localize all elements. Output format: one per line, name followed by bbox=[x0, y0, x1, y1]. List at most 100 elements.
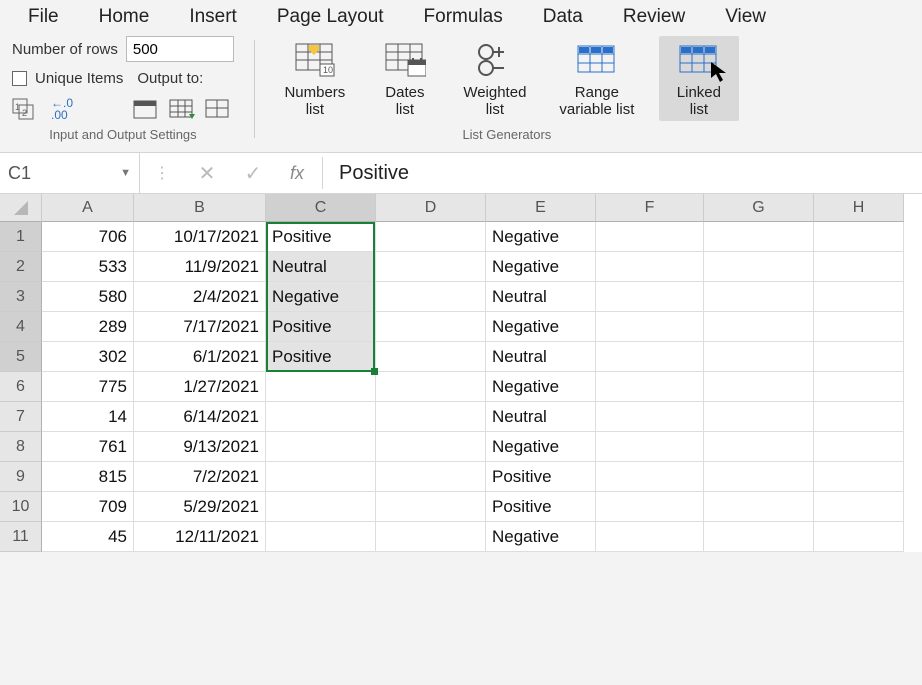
cell-E10[interactable]: Positive bbox=[486, 492, 596, 522]
row-header-8[interactable]: 8 bbox=[0, 432, 42, 462]
cell-D9[interactable] bbox=[376, 462, 486, 492]
row-header-4[interactable]: 4 bbox=[0, 312, 42, 342]
cell-F1[interactable] bbox=[596, 222, 704, 252]
cell-E1[interactable]: Negative bbox=[486, 222, 596, 252]
cell-C8[interactable] bbox=[266, 432, 376, 462]
cell-A3[interactable]: 580 bbox=[42, 282, 134, 312]
cell-E2[interactable]: Negative bbox=[486, 252, 596, 282]
cell-D11[interactable] bbox=[376, 522, 486, 552]
select-all-corner[interactable] bbox=[0, 194, 42, 222]
cell-A2[interactable]: 533 bbox=[42, 252, 134, 282]
cell-H3[interactable] bbox=[814, 282, 904, 312]
cell-G8[interactable] bbox=[704, 432, 814, 462]
numbers-list-button[interactable]: 10 Numberslist bbox=[275, 36, 355, 121]
cell-D6[interactable] bbox=[376, 372, 486, 402]
col-header-D[interactable]: D bbox=[376, 194, 486, 222]
cell-B2[interactable]: 11/9/2021 bbox=[134, 252, 266, 282]
row-header-1[interactable]: 1 bbox=[0, 222, 42, 252]
cell-B11[interactable]: 12/11/2021 bbox=[134, 522, 266, 552]
row-header-3[interactable]: 3 bbox=[0, 282, 42, 312]
cell-B7[interactable]: 6/14/2021 bbox=[134, 402, 266, 432]
cell-B4[interactable]: 7/17/2021 bbox=[134, 312, 266, 342]
cell-H5[interactable] bbox=[814, 342, 904, 372]
cell-C3[interactable]: Negative bbox=[266, 282, 376, 312]
cell-A6[interactable]: 775 bbox=[42, 372, 134, 402]
cancel-formula-button[interactable]: ✕ bbox=[184, 153, 230, 193]
formula-options-icon[interactable]: ⋮ bbox=[140, 153, 184, 193]
cell-G4[interactable] bbox=[704, 312, 814, 342]
cell-G6[interactable] bbox=[704, 372, 814, 402]
row-header-2[interactable]: 2 bbox=[0, 252, 42, 282]
row-header-11[interactable]: 11 bbox=[0, 522, 42, 552]
col-header-G[interactable]: G bbox=[704, 194, 814, 222]
cell-C9[interactable] bbox=[266, 462, 376, 492]
cell-C7[interactable] bbox=[266, 402, 376, 432]
cell-A10[interactable]: 709 bbox=[42, 492, 134, 522]
range-variable-list-button[interactable]: Rangevariable list bbox=[545, 36, 649, 121]
cell-A9[interactable]: 815 bbox=[42, 462, 134, 492]
unique-items-checkbox[interactable] bbox=[12, 71, 27, 86]
cell-D5[interactable] bbox=[376, 342, 486, 372]
cell-F3[interactable] bbox=[596, 282, 704, 312]
dates-list-button[interactable]: Dateslist bbox=[365, 36, 445, 121]
row-header-5[interactable]: 5 bbox=[0, 342, 42, 372]
cell-D4[interactable] bbox=[376, 312, 486, 342]
cell-G5[interactable] bbox=[704, 342, 814, 372]
fx-icon[interactable]: fx bbox=[276, 153, 318, 193]
cell-C11[interactable] bbox=[266, 522, 376, 552]
cell-E5[interactable]: Neutral bbox=[486, 342, 596, 372]
cell-H6[interactable] bbox=[814, 372, 904, 402]
cell-B3[interactable]: 2/4/2021 bbox=[134, 282, 266, 312]
cell-H10[interactable] bbox=[814, 492, 904, 522]
row-header-7[interactable]: 7 bbox=[0, 402, 42, 432]
tab-file[interactable]: File bbox=[28, 6, 59, 28]
cell-E6[interactable]: Negative bbox=[486, 372, 596, 402]
tab-data[interactable]: Data bbox=[543, 6, 583, 28]
name-box-dropdown-icon[interactable]: ▼ bbox=[120, 167, 131, 179]
tab-page-layout[interactable]: Page Layout bbox=[277, 6, 384, 28]
accept-formula-button[interactable]: ✓ bbox=[230, 153, 276, 193]
weighted-list-button[interactable]: Weightedlist bbox=[455, 36, 535, 121]
cell-G3[interactable] bbox=[704, 282, 814, 312]
cell-G11[interactable] bbox=[704, 522, 814, 552]
cell-H9[interactable] bbox=[814, 462, 904, 492]
cell-F9[interactable] bbox=[596, 462, 704, 492]
cell-C6[interactable] bbox=[266, 372, 376, 402]
cell-F6[interactable] bbox=[596, 372, 704, 402]
cell-G2[interactable] bbox=[704, 252, 814, 282]
col-header-C[interactable]: C bbox=[266, 194, 376, 222]
cell-A5[interactable]: 302 bbox=[42, 342, 134, 372]
cell-H1[interactable] bbox=[814, 222, 904, 252]
decimals-icon[interactable]: 12 bbox=[12, 97, 40, 121]
cell-A7[interactable]: 14 bbox=[42, 402, 134, 432]
cell-H4[interactable] bbox=[814, 312, 904, 342]
cell-F7[interactable] bbox=[596, 402, 704, 432]
increase-decimal-icon[interactable]: ←.0.00 bbox=[48, 97, 76, 121]
cell-D7[interactable] bbox=[376, 402, 486, 432]
cell-F8[interactable] bbox=[596, 432, 704, 462]
cell-D1[interactable] bbox=[376, 222, 486, 252]
cell-D10[interactable] bbox=[376, 492, 486, 522]
col-header-H[interactable]: H bbox=[814, 194, 904, 222]
tab-view[interactable]: View bbox=[725, 6, 766, 28]
cell-F10[interactable] bbox=[596, 492, 704, 522]
cell-B5[interactable]: 6/1/2021 bbox=[134, 342, 266, 372]
cell-C4[interactable]: Positive bbox=[266, 312, 376, 342]
tab-home[interactable]: Home bbox=[99, 6, 150, 28]
col-header-B[interactable]: B bbox=[134, 194, 266, 222]
row-header-10[interactable]: 10 bbox=[0, 492, 42, 522]
tab-review[interactable]: Review bbox=[623, 6, 685, 28]
output-calendar-icon[interactable] bbox=[132, 97, 160, 121]
cell-A11[interactable]: 45 bbox=[42, 522, 134, 552]
cell-E4[interactable]: Negative bbox=[486, 312, 596, 342]
cell-F4[interactable] bbox=[596, 312, 704, 342]
row-header-6[interactable]: 6 bbox=[0, 372, 42, 402]
cell-E8[interactable]: Negative bbox=[486, 432, 596, 462]
cell-E7[interactable]: Neutral bbox=[486, 402, 596, 432]
cell-D2[interactable] bbox=[376, 252, 486, 282]
cell-B1[interactable]: 10/17/2021 bbox=[134, 222, 266, 252]
spreadsheet[interactable]: ABCDEFGH170610/17/2021PositiveNegative25… bbox=[0, 194, 922, 552]
cell-D8[interactable] bbox=[376, 432, 486, 462]
name-box[interactable]: C1 ▼ bbox=[0, 153, 140, 193]
cell-F5[interactable] bbox=[596, 342, 704, 372]
